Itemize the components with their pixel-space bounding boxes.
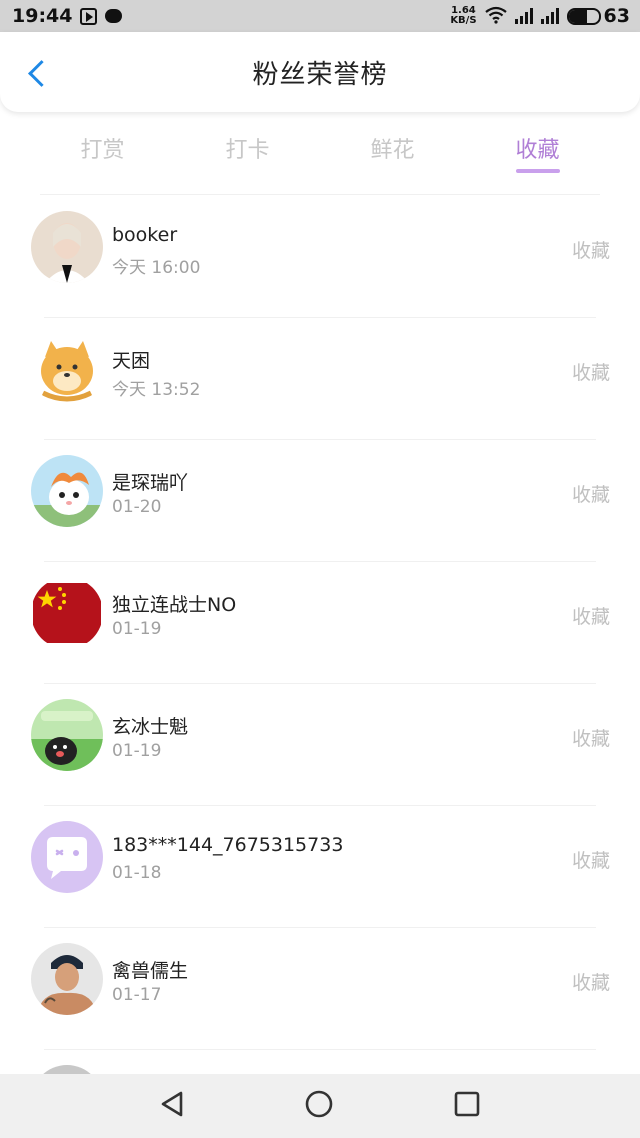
play-store-icon [80, 7, 98, 25]
page-title: 粉丝荣誉榜 [252, 59, 388, 90]
action-label: 收藏 [571, 484, 610, 506]
fan-time: 01-18 [112, 863, 162, 883]
list-item[interactable]: booker 今天 16:00 收藏 [0, 196, 640, 318]
recent-square-icon[interactable] [453, 1090, 481, 1122]
fan-time: 01-19 [112, 619, 162, 639]
fan-name: 禽兽儒生 [112, 960, 189, 982]
avatar[interactable] [31, 455, 103, 527]
avatar[interactable] [31, 333, 103, 405]
list-item[interactable]: 玄冰士魁 01-19 收藏 [0, 684, 640, 806]
list-item[interactable]: 独立连战士NO 01-19 收藏 [0, 562, 640, 684]
home-circle-icon[interactable] [304, 1089, 334, 1123]
tab-favorites[interactable]: 收藏 [465, 120, 610, 180]
tab-bar: 打赏 打卡 鲜花 收藏 [0, 120, 640, 180]
status-bar: 19:44 1.64 KB/S 63 [0, 0, 640, 32]
list-item[interactable]: 天困 今天 13:52 收藏 [0, 318, 640, 440]
fan-name: 玄冰士魁 [112, 716, 189, 738]
network-speed-unit: KB/S [450, 15, 477, 26]
fan-name: 天困 [112, 350, 151, 372]
fan-time: 今天 13:52 [112, 380, 201, 400]
status-time: 19:44 [12, 5, 73, 27]
fan-time: 今天 16:00 [112, 258, 201, 278]
fan-name: 独立连战士NO [112, 594, 237, 616]
avatar[interactable] [31, 821, 103, 893]
action-label: 收藏 [571, 240, 610, 262]
avatar[interactable] [31, 211, 103, 283]
fan-name: 是琛瑞吖 [112, 472, 189, 494]
fan-time: 01-17 [112, 985, 162, 1005]
wifi-icon [484, 6, 507, 27]
battery-icon [566, 7, 601, 25]
fan-list: booker 今天 16:00 收藏 天困 今天 13:52 收藏 是琛瑞吖 0… [0, 196, 640, 1090]
back-triangle-icon[interactable] [159, 1090, 185, 1122]
avatar[interactable] [31, 943, 103, 1015]
network-speed: 1.64 KB/S [450, 6, 476, 26]
action-label: 收藏 [571, 606, 610, 628]
battery-percentage: 63 [603, 5, 630, 27]
avatar[interactable] [31, 699, 103, 771]
battery-indicator: 63 [566, 5, 630, 27]
signal-icon [540, 8, 559, 24]
fan-name: booker [112, 224, 178, 246]
fan-time: 01-20 [112, 497, 162, 517]
action-label: 收藏 [571, 972, 610, 994]
fan-time: 01-19 [112, 741, 162, 761]
list-item[interactable]: 183***144_7675315733 01-18 收藏 [0, 806, 640, 928]
signal-icon [514, 8, 533, 24]
tab-checkin[interactable]: 打卡 [175, 120, 320, 180]
tab-reward[interactable]: 打赏 [30, 120, 175, 180]
action-label: 收藏 [571, 362, 610, 384]
system-nav-bar [0, 1074, 640, 1138]
tab-divider [40, 194, 600, 195]
tab-flowers[interactable]: 鲜花 [320, 120, 465, 180]
chat-bubble-icon [105, 9, 123, 23]
header-bar: 粉丝荣誉榜 [0, 32, 640, 112]
fan-name: 183***144_7675315733 [112, 834, 344, 856]
action-label: 收藏 [571, 728, 610, 750]
action-label: 收藏 [571, 850, 610, 872]
list-item[interactable]: 禽兽儒生 01-17 收藏 [0, 928, 640, 1050]
list-item[interactable]: 是琛瑞吖 01-20 收藏 [0, 440, 640, 562]
avatar[interactable] [31, 577, 103, 649]
chevron-left-icon[interactable] [26, 62, 48, 84]
